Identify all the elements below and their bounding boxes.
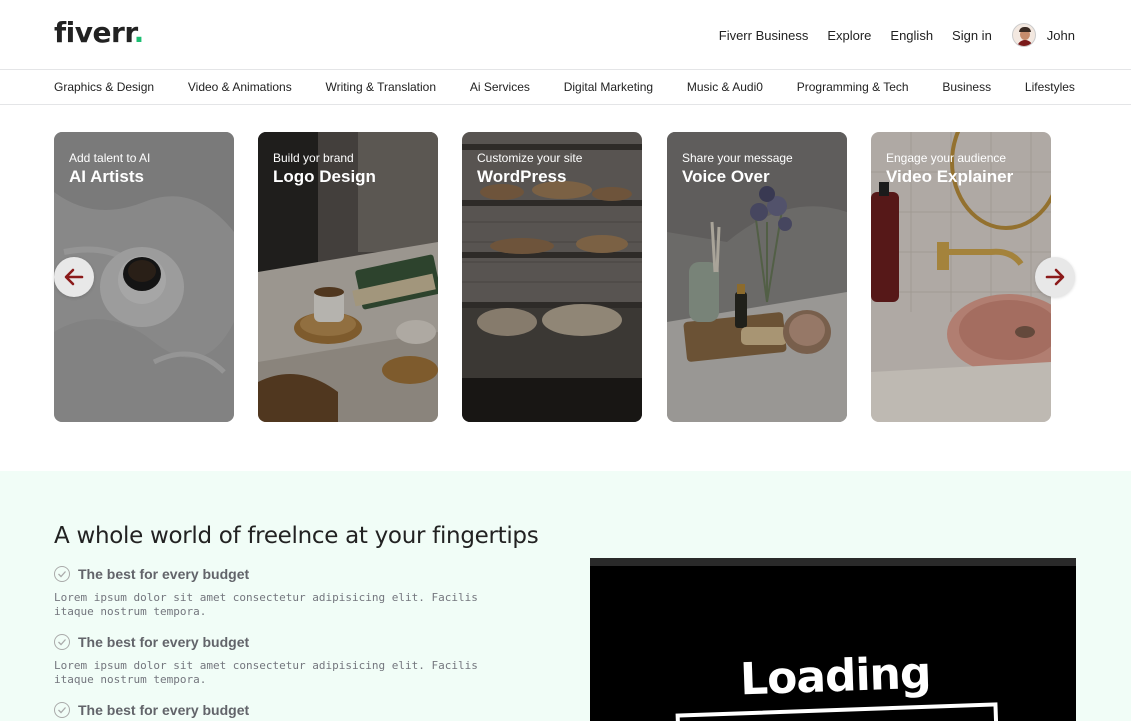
feature-description: Lorem ipsum dolor sit amet consectetur a…: [54, 659, 478, 686]
nav-explore[interactable]: Explore: [827, 28, 871, 43]
card-title: Logo Design: [273, 167, 376, 186]
services-carousel: Add talent to AI AI Artists Build yor br…: [0, 105, 1131, 471]
card-title: Video Explainer: [886, 167, 1014, 186]
nav-sign-in[interactable]: Sign in: [952, 28, 992, 43]
features-heading: A whole world of freelnce at your finger…: [54, 523, 539, 549]
check-circle-icon: [54, 634, 70, 650]
category-video-animations[interactable]: Video & Animations: [188, 80, 292, 94]
feature-title: The best for every budget: [78, 702, 250, 718]
category-graphics-design[interactable]: Graphics & Design: [54, 80, 154, 94]
card-title: Voice Over: [682, 167, 770, 186]
user-menu[interactable]: John: [1011, 23, 1075, 47]
site-header: fiverr. Fiverr Business Explore English …: [0, 0, 1131, 70]
arrow-right-icon: [1045, 268, 1065, 286]
loading-bar: [675, 702, 999, 721]
service-card-wordpress[interactable]: Customize your site WordPress: [462, 132, 642, 422]
card-title: WordPress: [477, 167, 567, 186]
check-circle-icon: [54, 702, 70, 718]
feature-title: The best for every budget: [78, 634, 250, 650]
category-digital-marketing[interactable]: Digital Marketing: [564, 80, 653, 94]
card-subtitle: Share your message: [682, 151, 793, 165]
category-nav: Graphics & Design Video & Animations Wri…: [0, 70, 1131, 105]
video-top-bar: [590, 558, 1076, 566]
feature-item: The best for every budget Lorem ipsum do…: [54, 566, 514, 619]
carousel-next-button[interactable]: [1035, 257, 1075, 297]
feature-description: Lorem ipsum dolor sit amet consectetur a…: [54, 591, 478, 618]
service-card-voice-over[interactable]: Share your message Voice Over: [667, 132, 847, 422]
category-writing-translation[interactable]: Writing & Translation: [326, 80, 437, 94]
category-lifestyles[interactable]: Lifestyles: [1025, 80, 1075, 94]
features-section: A whole world of freelnce at your finger…: [0, 471, 1131, 721]
feature-item: The best for every budget Lorem ipsum do…: [54, 634, 514, 687]
category-programming-tech[interactable]: Programming & Tech: [797, 80, 909, 94]
service-card-video-explainer[interactable]: Engage your audience Video Explainer: [871, 132, 1051, 422]
nav-fiverr-business[interactable]: Fiverr Business: [719, 28, 809, 43]
feature-title: The best for every budget: [78, 566, 250, 582]
arrow-left-icon: [64, 268, 84, 286]
check-circle-icon: [54, 566, 70, 582]
video-player[interactable]: Loading: [590, 558, 1076, 721]
fiverr-logo[interactable]: fiverr.: [54, 16, 144, 49]
feature-item: The best for every budget: [54, 702, 514, 718]
card-subtitle: Build yor brand: [273, 151, 354, 165]
card-subtitle: Customize your site: [477, 151, 583, 165]
category-ai-services[interactable]: Ai Services: [470, 80, 530, 94]
nav-language[interactable]: English: [890, 28, 933, 43]
service-card-logo-design[interactable]: Build yor brand Logo Design: [258, 132, 438, 422]
carousel-prev-button[interactable]: [54, 257, 94, 297]
category-music-audio[interactable]: Music & Audi0: [687, 80, 763, 94]
category-business[interactable]: Business: [942, 80, 991, 94]
card-subtitle: Add talent to AI: [69, 151, 151, 165]
loading-text: Loading: [739, 647, 932, 706]
user-name[interactable]: John: [1047, 28, 1075, 43]
avatar[interactable]: [1011, 23, 1036, 47]
card-subtitle: Engage your audience: [886, 151, 1007, 165]
card-title: AI Artists: [69, 167, 144, 186]
top-nav: Fiverr Business Explore English Sign in …: [719, 0, 1075, 70]
